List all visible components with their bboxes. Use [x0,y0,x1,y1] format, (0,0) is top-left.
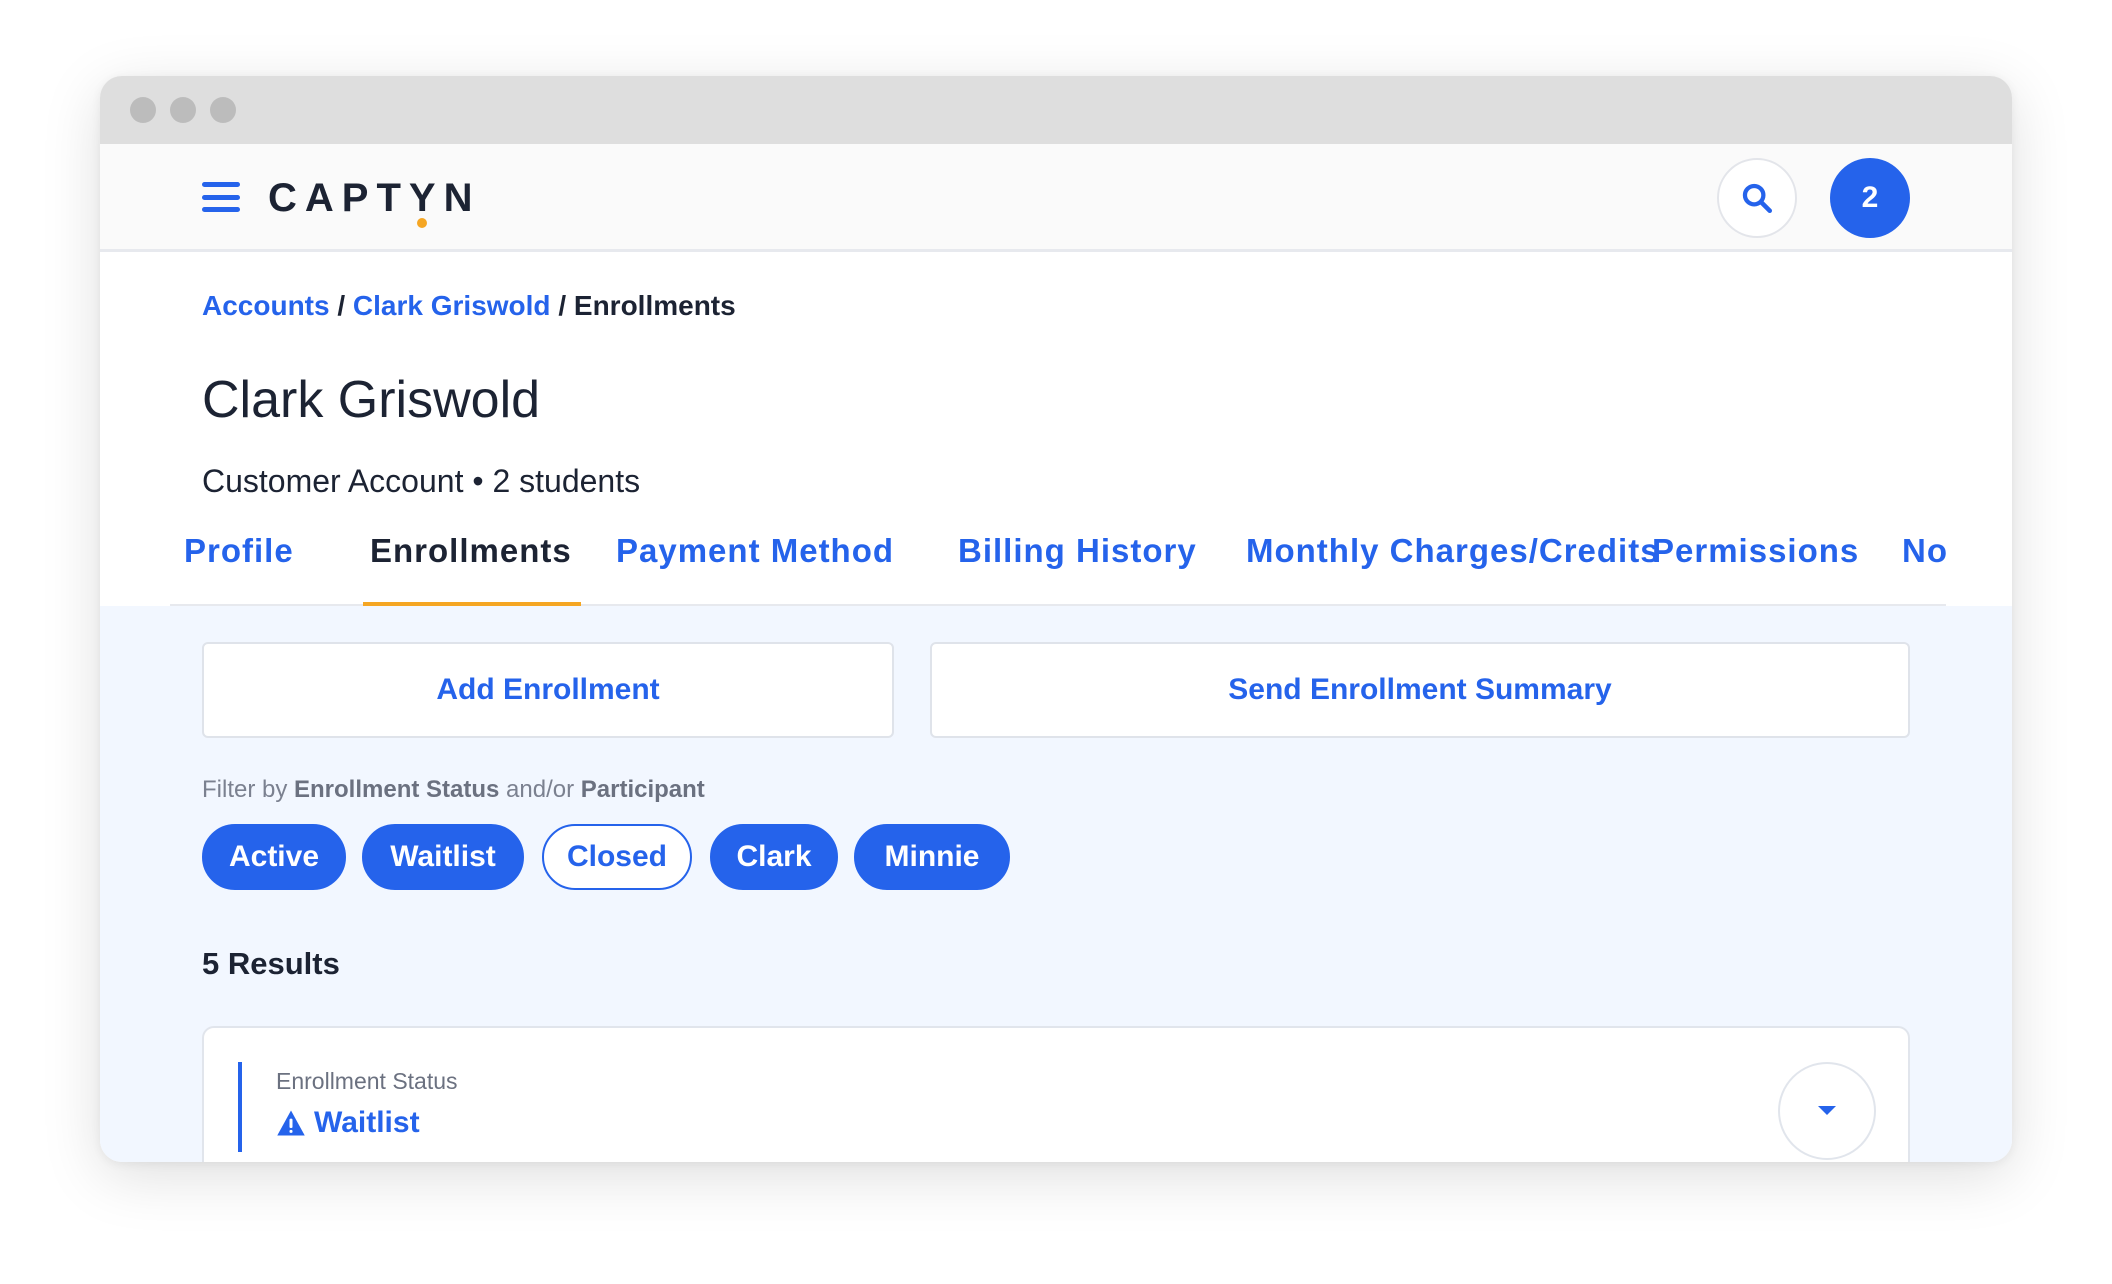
enrollment-card[interactable]: Enrollment Status Waitlist [202,1026,1910,1162]
captyn-logo[interactable]: CAPTYN [268,172,481,228]
filter-label: Filter by Enrollment Status and/or Parti… [202,776,705,804]
browser-window: CAPTYN 2 Accounts / Clark Griswold / Enr… [100,76,2012,1162]
account-tabs: Profile Enrollments Payment Method Billi… [170,522,1948,606]
breadcrumb-separator: / [329,290,353,321]
breadcrumb-current: Enrollments [573,290,736,321]
warning-icon [277,1110,305,1136]
window-maximize-dot[interactable] [210,97,236,123]
window-minimize-dot[interactable] [170,97,196,123]
tab-enrollments[interactable]: Enrollments [370,532,572,570]
filter-field-participant: Participant [580,776,705,803]
chevron-down-icon [1818,1106,1836,1115]
enrollment-status-label: Enrollment Status [276,1068,458,1094]
send-enrollment-summary-button[interactable]: Send Enrollment Summary [930,642,1910,738]
account-subtitle: Customer Account • 2 students [202,463,641,499]
search-icon [1742,183,1773,214]
tab-notes[interactable]: No [1902,532,1948,570]
search-button[interactable] [1717,158,1797,238]
results-count: 5 Results [202,946,340,981]
tab-permissions[interactable]: Permissions [1652,532,1859,570]
filter-chip-waitlist[interactable]: Waitlist [362,824,524,890]
breadcrumb-separator: / [550,290,574,321]
enrollment-status-text: Waitlist [314,1106,420,1139]
tab-profile[interactable]: Profile [184,532,294,570]
filter-chip-active[interactable]: Active [202,824,346,890]
card-accent-bar [238,1062,242,1152]
enrollments-content: Add Enrollment Send Enrollment Summary F… [100,606,2012,1162]
add-enrollment-button[interactable]: Add Enrollment [202,642,894,738]
notification-count: 2 [1861,181,1879,214]
filter-joiner: and/or [499,776,581,803]
enrollment-status-value: Waitlist [276,1106,420,1140]
filter-prefix: Filter by [202,776,295,803]
tab-payment-method[interactable]: Payment Method [616,532,894,570]
page-title: Clark Griswold [202,371,541,429]
hamburger-menu-icon[interactable] [202,182,240,212]
breadcrumb-link-accounts[interactable]: Accounts [202,290,330,321]
window-close-dot[interactable] [130,97,156,123]
notification-avatar-button[interactable]: 2 [1830,158,1910,238]
breadcrumb: Accounts / Clark Griswold / Enrollments [202,290,736,322]
expand-card-button[interactable] [1778,1062,1876,1160]
logo-dot-mark [417,218,427,228]
filter-chip-clark[interactable]: Clark [710,824,838,890]
page-header: Accounts / Clark Griswold / Enrollments … [100,252,2012,606]
logo-text: CAPTYN [268,176,481,220]
window-chrome [100,76,2012,144]
filter-field-status: Enrollment Status [294,776,500,803]
filter-chip-closed[interactable]: Closed [542,824,692,890]
filter-chip-minnie[interactable]: Minnie [854,824,1010,890]
tab-monthly-charges-credits[interactable]: Monthly Charges/Credits [1246,532,1660,570]
tab-billing-history[interactable]: Billing History [958,532,1197,570]
breadcrumb-link-account[interactable]: Clark Griswold [353,290,551,321]
top-navigation-bar: CAPTYN 2 [100,144,2012,252]
